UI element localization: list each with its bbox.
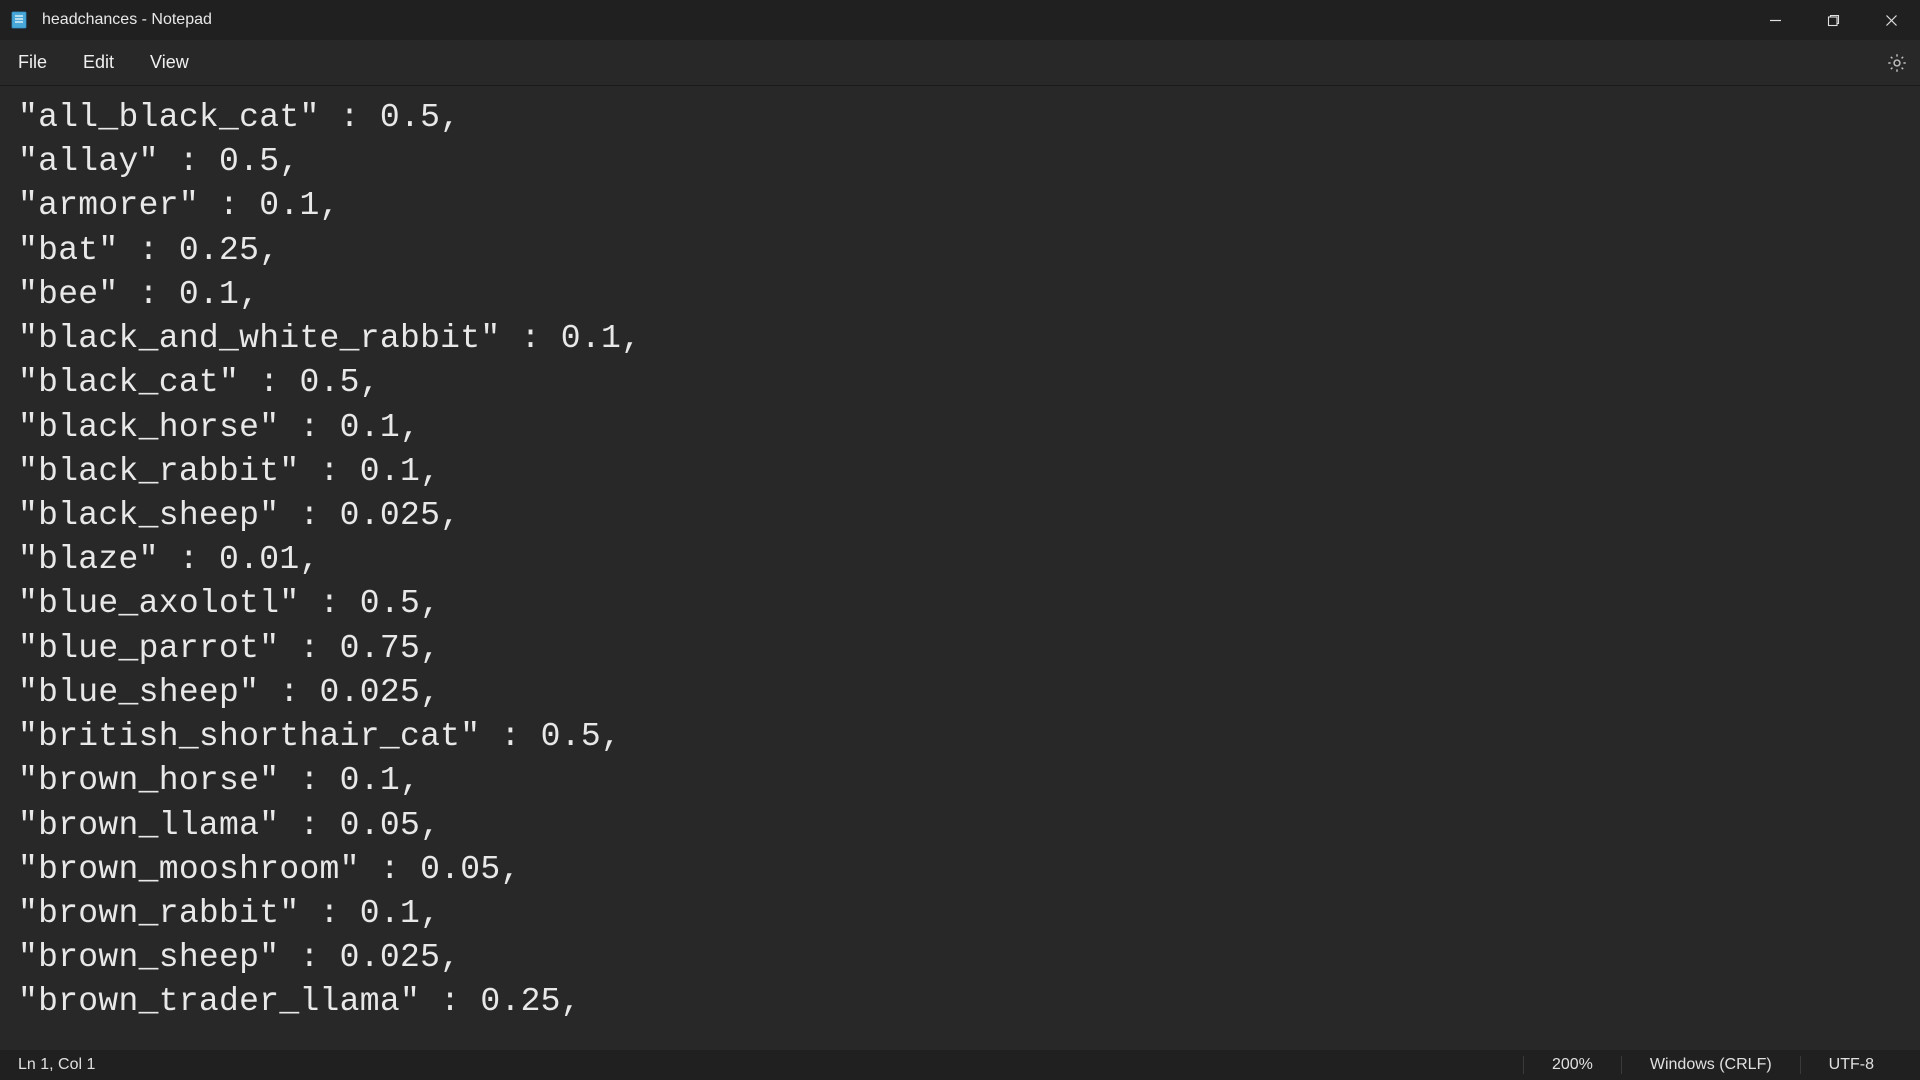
editor-text[interactable]: "all_black_cat" : 0.5, "allay" : 0.5, "a…: [18, 96, 1902, 1025]
settings-button[interactable]: [1886, 52, 1908, 74]
menubar-left: File Edit View: [0, 40, 207, 85]
notepad-icon: [10, 11, 28, 29]
status-encoding[interactable]: UTF-8: [1800, 1056, 1902, 1074]
maximize-button[interactable]: [1804, 0, 1862, 40]
menu-view[interactable]: View: [132, 40, 207, 85]
menu-file[interactable]: File: [0, 40, 65, 85]
menu-edit[interactable]: Edit: [65, 40, 132, 85]
editor-area[interactable]: "all_black_cat" : 0.5, "allay" : 0.5, "a…: [0, 86, 1920, 1050]
window-controls: [1746, 0, 1920, 40]
statusbar: Ln 1, Col 1 200% Windows (CRLF) UTF-8: [0, 1050, 1920, 1080]
status-cursor-position: Ln 1, Col 1: [18, 1056, 95, 1074]
titlebar: headchances - Notepad: [0, 0, 1920, 40]
titlebar-left: headchances - Notepad: [10, 11, 212, 29]
statusbar-right: 200% Windows (CRLF) UTF-8: [1523, 1056, 1902, 1074]
menubar: File Edit View: [0, 40, 1920, 86]
close-button[interactable]: [1862, 0, 1920, 40]
minimize-button[interactable]: [1746, 0, 1804, 40]
status-zoom[interactable]: 200%: [1523, 1056, 1621, 1074]
status-line-ending[interactable]: Windows (CRLF): [1621, 1056, 1800, 1074]
window-title: headchances - Notepad: [42, 11, 212, 29]
